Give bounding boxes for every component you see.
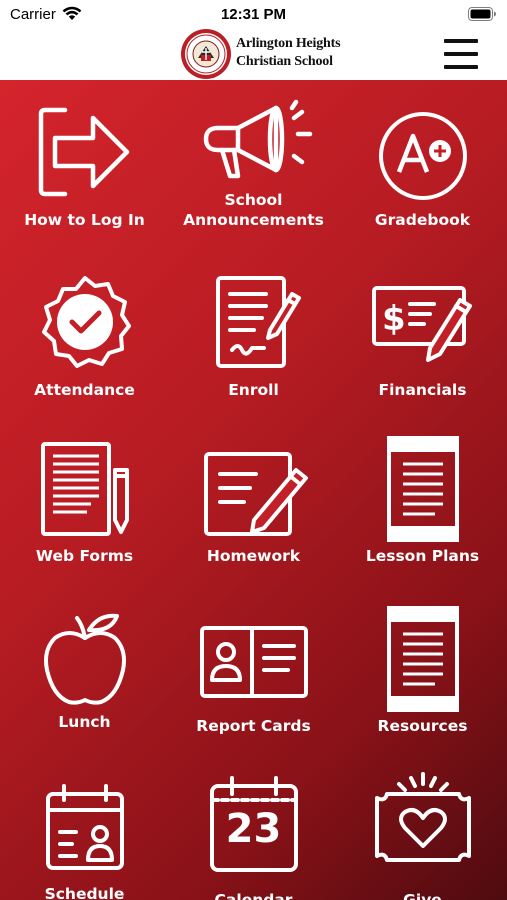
- feature-grid: How to Log In School Announcements Grade…: [0, 80, 507, 900]
- svg-text:$: $: [382, 299, 406, 339]
- check-payment-icon: $: [371, 286, 472, 362]
- tile-label: Financials: [378, 381, 467, 399]
- tile-calendar[interactable]: 23 Calendar: [169, 760, 338, 900]
- tile-label: Schedule: [44, 885, 125, 900]
- tile-financials[interactable]: $ Financials: [338, 250, 507, 420]
- tile-web-forms[interactable]: Web Forms: [0, 420, 169, 590]
- tile-schedule[interactable]: Schedule: [0, 760, 169, 900]
- school-name: Arlington Heights Christian School: [236, 35, 341, 71]
- megaphone-icon: [203, 99, 312, 179]
- tile-attendance[interactable]: Attendance: [0, 250, 169, 420]
- a-plus-grade-icon: [378, 112, 467, 200]
- tile-label: Calendar: [214, 891, 293, 900]
- tile-how-to-log-in[interactable]: How to Log In: [0, 80, 169, 250]
- tile-label: Report Cards: [196, 717, 311, 735]
- tablet-document-icon: [386, 606, 459, 712]
- tile-school-announcements[interactable]: School Announcements: [169, 80, 338, 250]
- document-sign-icon: [215, 276, 301, 368]
- apple-icon: [43, 613, 126, 705]
- tile-homework[interactable]: Homework: [169, 420, 338, 590]
- tile-lesson-plans[interactable]: Lesson Plans: [338, 420, 507, 590]
- tile-lunch[interactable]: Lunch: [0, 590, 169, 760]
- calendar-person-icon: [45, 784, 124, 870]
- status-bar: Carrier 12:31 PM: [0, 0, 507, 28]
- id-card-book-icon: [199, 626, 308, 698]
- app-header: Arlington Heights Christian School: [0, 28, 507, 80]
- hamburger-menu-icon[interactable]: [444, 39, 478, 69]
- form-pencil-icon: [40, 442, 129, 536]
- tile-label: Lunch: [58, 713, 111, 731]
- school-crest-icon: [181, 29, 231, 79]
- tile-label: School Announcements: [183, 191, 324, 229]
- tablet-document-icon: [386, 436, 459, 542]
- heart-banknote-icon: [374, 772, 471, 862]
- tile-label: Attendance: [34, 381, 135, 399]
- tile-enroll[interactable]: Enroll: [169, 250, 338, 420]
- calendar-day-number: 23: [225, 806, 282, 852]
- tile-label: Give: [403, 891, 442, 900]
- checkmark-badge-icon: [41, 276, 131, 368]
- notebook-pencil-icon: [203, 452, 308, 536]
- tile-report-cards[interactable]: Report Cards: [169, 590, 338, 760]
- school-name-line1: Arlington Heights: [236, 36, 341, 51]
- status-time: 12:31 PM: [220, 6, 287, 23]
- login-arrow-icon: [38, 107, 129, 197]
- tile-label: How to Log In: [24, 211, 145, 229]
- tile-label: Gradebook: [374, 211, 471, 229]
- tile-label: Resources: [377, 717, 468, 735]
- tile-label: Enroll: [228, 381, 279, 399]
- tile-label: Lesson Plans: [365, 547, 480, 565]
- tile-label: Homework: [206, 547, 301, 565]
- school-name-line2: Christian School: [236, 54, 333, 69]
- tile-give[interactable]: Give: [338, 760, 507, 900]
- tile-resources[interactable]: Resources: [338, 590, 507, 760]
- battery-icon: [468, 7, 496, 21]
- tile-gradebook[interactable]: Gradebook: [338, 80, 507, 250]
- tile-label: Web Forms: [35, 547, 134, 565]
